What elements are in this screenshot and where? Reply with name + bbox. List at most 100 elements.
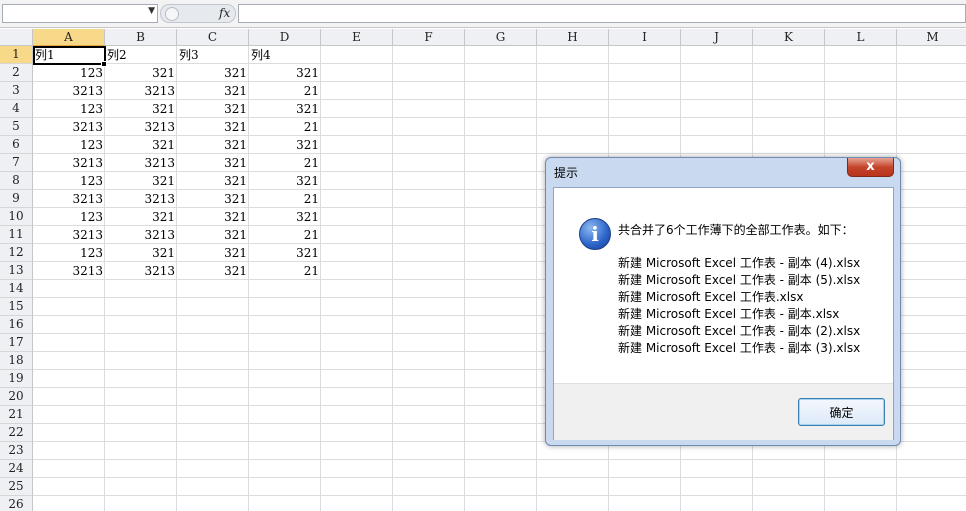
data-cell[interactable]: 321 <box>177 82 249 100</box>
column-header-c[interactable]: C <box>177 29 249 46</box>
data-cell[interactable]: 3213 <box>105 82 177 100</box>
row-header-14[interactable]: 14 <box>0 280 33 298</box>
row-header-17[interactable]: 17 <box>0 334 33 352</box>
data-cell[interactable]: 321 <box>177 118 249 136</box>
ok-button[interactable]: 确定 <box>798 398 885 426</box>
data-cell[interactable]: 3213 <box>105 118 177 136</box>
row-header-26[interactable]: 26 <box>0 496 33 511</box>
row-header-3[interactable]: 3 <box>0 82 33 100</box>
data-cell[interactable]: 321 <box>177 244 249 262</box>
row-header-1[interactable]: 1 <box>0 46 33 64</box>
column-header-k[interactable]: K <box>753 29 825 46</box>
header-cell[interactable]: 列1 <box>33 46 105 64</box>
data-cell[interactable]: 321 <box>177 190 249 208</box>
data-cell[interactable]: 321 <box>177 136 249 154</box>
data-cell[interactable]: 3213 <box>33 118 105 136</box>
data-cell[interactable]: 3213 <box>33 262 105 280</box>
row-header-19[interactable]: 19 <box>0 370 33 388</box>
row-header-9[interactable]: 9 <box>0 190 33 208</box>
row-header-11[interactable]: 11 <box>0 226 33 244</box>
data-cell[interactable]: 21 <box>249 262 321 280</box>
data-cell[interactable]: 321 <box>249 244 321 262</box>
column-header-a[interactable]: A <box>33 29 105 46</box>
data-cell[interactable]: 3213 <box>33 82 105 100</box>
name-box[interactable]: ▼ <box>2 4 158 23</box>
data-cell[interactable]: 3213 <box>105 226 177 244</box>
data-cell[interactable]: 3213 <box>105 262 177 280</box>
row-header-23[interactable]: 23 <box>0 442 33 460</box>
data-cell[interactable]: 321 <box>249 136 321 154</box>
header-cell[interactable]: 列4 <box>249 46 321 64</box>
row-header-16[interactable]: 16 <box>0 316 33 334</box>
data-cell[interactable]: 123 <box>33 208 105 226</box>
data-cell[interactable]: 321 <box>249 208 321 226</box>
data-cell[interactable]: 321 <box>177 100 249 118</box>
row-header-15[interactable]: 15 <box>0 298 33 316</box>
row-header-13[interactable]: 13 <box>0 262 33 280</box>
column-header-f[interactable]: F <box>393 29 465 46</box>
row-header-21[interactable]: 21 <box>0 406 33 424</box>
chevron-down-icon[interactable]: ▼ <box>148 6 155 16</box>
data-cell[interactable]: 123 <box>33 244 105 262</box>
column-header-b[interactable]: B <box>105 29 177 46</box>
close-button[interactable]: x <box>847 158 894 177</box>
fill-handle[interactable] <box>101 61 107 67</box>
row-header-2[interactable]: 2 <box>0 64 33 82</box>
row-header-24[interactable]: 24 <box>0 460 33 478</box>
data-cell[interactable]: 123 <box>33 64 105 82</box>
row-header-7[interactable]: 7 <box>0 154 33 172</box>
data-cell[interactable]: 21 <box>249 154 321 172</box>
data-cell[interactable]: 321 <box>177 154 249 172</box>
column-header-i[interactable]: I <box>609 29 681 46</box>
data-cell[interactable]: 321 <box>249 100 321 118</box>
data-cell[interactable]: 21 <box>249 226 321 244</box>
data-cell[interactable]: 321 <box>177 64 249 82</box>
data-cell[interactable]: 21 <box>249 82 321 100</box>
column-header-g[interactable]: G <box>465 29 537 46</box>
row-header-8[interactable]: 8 <box>0 172 33 190</box>
data-cell[interactable]: 321 <box>105 208 177 226</box>
data-cell[interactable]: 321 <box>249 64 321 82</box>
data-cell[interactable]: 3213 <box>105 190 177 208</box>
row-header-4[interactable]: 4 <box>0 100 33 118</box>
data-cell[interactable]: 321 <box>177 208 249 226</box>
data-cell[interactable]: 123 <box>33 172 105 190</box>
row-header-10[interactable]: 10 <box>0 208 33 226</box>
row-header-6[interactable]: 6 <box>0 136 33 154</box>
column-header-d[interactable]: D <box>249 29 321 46</box>
data-cell[interactable]: 321 <box>105 172 177 190</box>
data-cell[interactable]: 3213 <box>33 154 105 172</box>
cancel-entry-icon[interactable] <box>165 7 179 21</box>
header-cell[interactable]: 列3 <box>177 46 249 64</box>
column-header-l[interactable]: L <box>825 29 897 46</box>
data-cell[interactable]: 21 <box>249 118 321 136</box>
data-cell[interactable]: 321 <box>249 172 321 190</box>
data-cell[interactable]: 123 <box>33 100 105 118</box>
column-header-h[interactable]: H <box>537 29 609 46</box>
header-cell[interactable]: 列2 <box>105 46 177 64</box>
row-header-12[interactable]: 12 <box>0 244 33 262</box>
column-header-e[interactable]: E <box>321 29 393 46</box>
column-header-m[interactable]: M <box>897 29 966 46</box>
data-cell[interactable]: 321 <box>105 100 177 118</box>
formula-input[interactable] <box>238 4 966 23</box>
data-cell[interactable]: 3213 <box>33 226 105 244</box>
data-cell[interactable]: 321 <box>105 136 177 154</box>
select-all-corner[interactable] <box>0 29 33 46</box>
data-cell[interactable]: 321 <box>177 226 249 244</box>
data-cell[interactable]: 321 <box>105 64 177 82</box>
data-cell[interactable]: 321 <box>177 262 249 280</box>
row-header-5[interactable]: 5 <box>0 118 33 136</box>
row-header-20[interactable]: 20 <box>0 388 33 406</box>
row-header-18[interactable]: 18 <box>0 352 33 370</box>
data-cell[interactable]: 123 <box>33 136 105 154</box>
column-header-j[interactable]: J <box>681 29 753 46</box>
data-cell[interactable]: 3213 <box>105 154 177 172</box>
row-header-25[interactable]: 25 <box>0 478 33 496</box>
row-header-22[interactable]: 22 <box>0 424 33 442</box>
insert-function-button[interactable]: fx <box>219 6 230 20</box>
data-cell[interactable]: 3213 <box>33 190 105 208</box>
data-cell[interactable]: 21 <box>249 190 321 208</box>
data-cell[interactable]: 321 <box>177 172 249 190</box>
data-cell[interactable]: 321 <box>105 244 177 262</box>
